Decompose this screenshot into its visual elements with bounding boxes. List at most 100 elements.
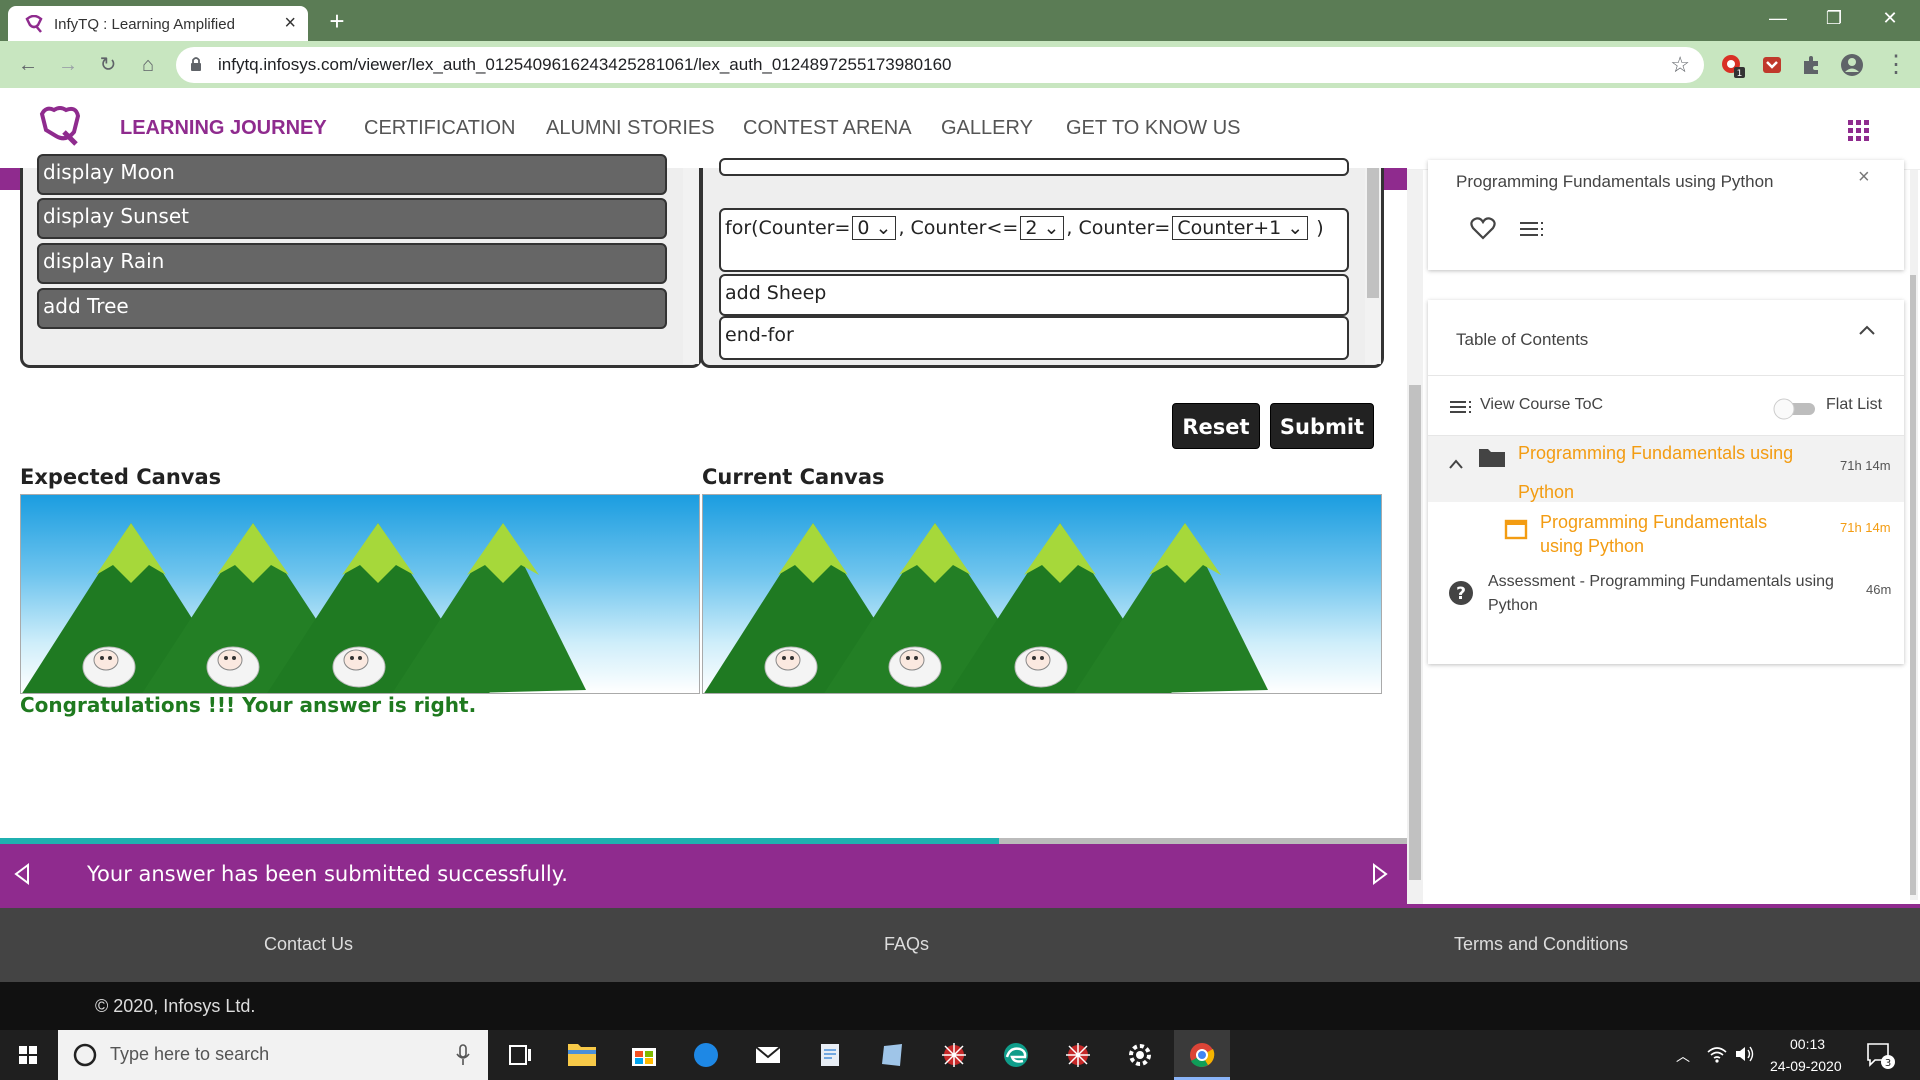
- nav-contest-arena[interactable]: CONTEST ARENA: [743, 117, 912, 140]
- collapse-chevron-icon[interactable]: [1858, 324, 1876, 336]
- terms-link[interactable]: Terms and Conditions: [1454, 934, 1628, 955]
- taskbar-date[interactable]: 24-09-2020: [1770, 1058, 1842, 1074]
- close-window-button[interactable]: ✕: [1862, 0, 1918, 38]
- edge-browser-icon[interactable]: [988, 1030, 1044, 1080]
- code-block[interactable]: display Rain: [37, 243, 667, 284]
- expand-chevron-icon[interactable]: [1448, 458, 1464, 470]
- expected-canvas-label: Expected Canvas: [20, 465, 222, 489]
- windows-start-icon[interactable]: [0, 1030, 56, 1080]
- safari-compass-icon[interactable]: [678, 1030, 734, 1080]
- browser-menu-icon[interactable]: ⋮: [1882, 49, 1910, 81]
- toc-item-assessment[interactable]: ? Assessment - Programming Fundamentals …: [1428, 566, 1904, 622]
- solution-scroll-thumb[interactable]: [1367, 168, 1379, 298]
- nav-get-to-know-us[interactable]: GET TO KNOW US: [1066, 117, 1240, 140]
- toc-item-course[interactable]: Programming Fundamentals using Python 71h…: [1428, 506, 1904, 562]
- view-toc-icon[interactable]: [1450, 399, 1474, 415]
- flat-list-toggle[interactable]: [1772, 398, 1818, 420]
- toc-item-duration: 46m: [1866, 582, 1892, 597]
- infytq-favicon-icon: [24, 15, 44, 33]
- extension-badge-icon[interactable]: 1: [1718, 51, 1746, 79]
- contact-us-link[interactable]: Contact Us: [264, 934, 353, 955]
- file-explorer-icon[interactable]: [554, 1030, 610, 1080]
- taskbar-time[interactable]: 00:13: [1790, 1036, 1825, 1052]
- close-icon[interactable]: ×: [1858, 166, 1870, 189]
- nav-gallery[interactable]: GALLERY: [941, 117, 1033, 140]
- playlist-icon[interactable]: [1520, 220, 1546, 238]
- show-hidden-icons-icon[interactable]: ︿: [1676, 1046, 1690, 1066]
- volume-icon[interactable]: [1734, 1044, 1756, 1064]
- page-scroll-thumb[interactable]: [1409, 385, 1421, 880]
- address-bar[interactable]: infytq.infosys.com/viewer/lex_auth_01254…: [176, 47, 1704, 83]
- current-canvas-label: Current Canvas: [702, 465, 885, 489]
- code-line[interactable]: end-for: [719, 316, 1349, 360]
- spider-app-2-icon[interactable]: [1050, 1030, 1106, 1080]
- lock-icon: [190, 56, 202, 72]
- blocks-scrollbar[interactable]: [683, 168, 699, 364]
- code-line-partial[interactable]: [719, 158, 1349, 176]
- nav-certification[interactable]: CERTIFICATION: [364, 117, 515, 140]
- profile-avatar-icon[interactable]: [1838, 51, 1866, 79]
- submit-button[interactable]: Submit: [1270, 403, 1374, 449]
- spider-app-icon[interactable]: [926, 1030, 982, 1080]
- tab-title: InfyTQ : Learning Amplified: [54, 16, 235, 33]
- course-info-card: Programming Fundamentals using Python ×: [1428, 160, 1904, 270]
- folder-icon: [1478, 446, 1506, 468]
- settings-gear-icon[interactable]: [1112, 1030, 1168, 1080]
- extensions-puzzle-icon[interactable]: [1798, 51, 1826, 79]
- microphone-icon[interactable]: [456, 1044, 470, 1066]
- reload-button[interactable]: ↻: [92, 49, 124, 81]
- code-block[interactable]: add Tree: [37, 288, 667, 329]
- notepad-icon[interactable]: [802, 1030, 858, 1080]
- table-of-contents-card: Table of Contents View Course ToC Flat L…: [1428, 300, 1904, 664]
- taskbar-search-box[interactable]: Type here to search: [58, 1030, 488, 1080]
- chrome-browser-icon[interactable]: [1174, 1030, 1230, 1080]
- close-tab-icon[interactable]: ×: [284, 13, 296, 33]
- step-label: , Counter=: [1066, 217, 1171, 239]
- minimize-button[interactable]: —: [1750, 0, 1806, 38]
- code-line[interactable]: add Sheep: [719, 274, 1349, 316]
- next-arrow-icon[interactable]: [1370, 862, 1390, 886]
- sheep-illustration: [764, 646, 1068, 688]
- faqs-link[interactable]: FAQs: [884, 934, 929, 955]
- sticky-notes-icon[interactable]: [864, 1030, 920, 1080]
- step-select[interactable]: Counter+1 ⌄: [1172, 216, 1309, 240]
- extension-badge-count: 1: [1737, 69, 1743, 79]
- result-message: Congratulations !!! Your answer is right…: [20, 693, 477, 717]
- toc-item-duration: 71h 14m: [1840, 520, 1891, 535]
- toc-item-title: Programming Fundamentals using Python: [1518, 443, 1794, 502]
- code-block[interactable]: display Moon: [37, 154, 667, 195]
- for-loop-block[interactable]: for(Counter= 0 ⌄, Counter<= 2 ⌄, Counter= C…: [719, 208, 1349, 272]
- view-toc-label[interactable]: View Course ToC: [1480, 396, 1603, 414]
- nav-learning-journey[interactable]: LEARNING JOURNEY: [120, 117, 327, 140]
- toc-item-module[interactable]: Programming Fundamentals using Python 71h…: [1428, 436, 1904, 502]
- task-view-icon[interactable]: [492, 1030, 548, 1080]
- nav-alumni-stories[interactable]: ALUMNI STORIES: [546, 117, 715, 140]
- url-text: infytq.infosys.com/viewer/lex_auth_01254…: [218, 55, 952, 74]
- back-button[interactable]: ←: [12, 49, 44, 81]
- start-value-select[interactable]: 0 ⌄: [852, 216, 897, 240]
- question-mark-icon: ?: [1448, 580, 1474, 606]
- end-value-select[interactable]: 2 ⌄: [1020, 216, 1065, 240]
- previous-arrow-icon[interactable]: [12, 862, 32, 886]
- notifications-icon[interactable]: 3: [1866, 1042, 1896, 1070]
- restore-button[interactable]: ❐: [1806, 0, 1862, 38]
- infytq-logo[interactable]: [36, 104, 84, 148]
- bookmark-star-icon[interactable]: ☆: [1670, 52, 1690, 78]
- browser-tab[interactable]: InfyTQ : Learning Amplified ×: [8, 6, 308, 41]
- pocket-extension-icon[interactable]: [1758, 51, 1786, 79]
- apps-grid-icon[interactable]: [1848, 120, 1870, 142]
- wifi-icon[interactable]: [1706, 1044, 1728, 1064]
- code-block[interactable]: display Sunset: [37, 198, 667, 239]
- condition-label: , Counter<=: [898, 217, 1019, 239]
- site-footer: Contact Us FAQs Terms and Conditions: [0, 908, 1920, 982]
- heart-icon[interactable]: [1470, 216, 1496, 240]
- mail-icon[interactable]: [740, 1030, 796, 1080]
- copyright-text: © 2020, Infosys Ltd.: [95, 996, 256, 1016]
- new-tab-button[interactable]: +: [320, 6, 354, 36]
- microsoft-store-icon[interactable]: [616, 1030, 672, 1080]
- toc-item-title: Assessment - Programming Fundamentals us…: [1488, 573, 1834, 614]
- reset-button[interactable]: Reset: [1172, 403, 1260, 449]
- forward-button[interactable]: →: [52, 49, 84, 81]
- home-button[interactable]: ⌂: [132, 49, 164, 81]
- flat-list-label: Flat List: [1826, 396, 1883, 413]
